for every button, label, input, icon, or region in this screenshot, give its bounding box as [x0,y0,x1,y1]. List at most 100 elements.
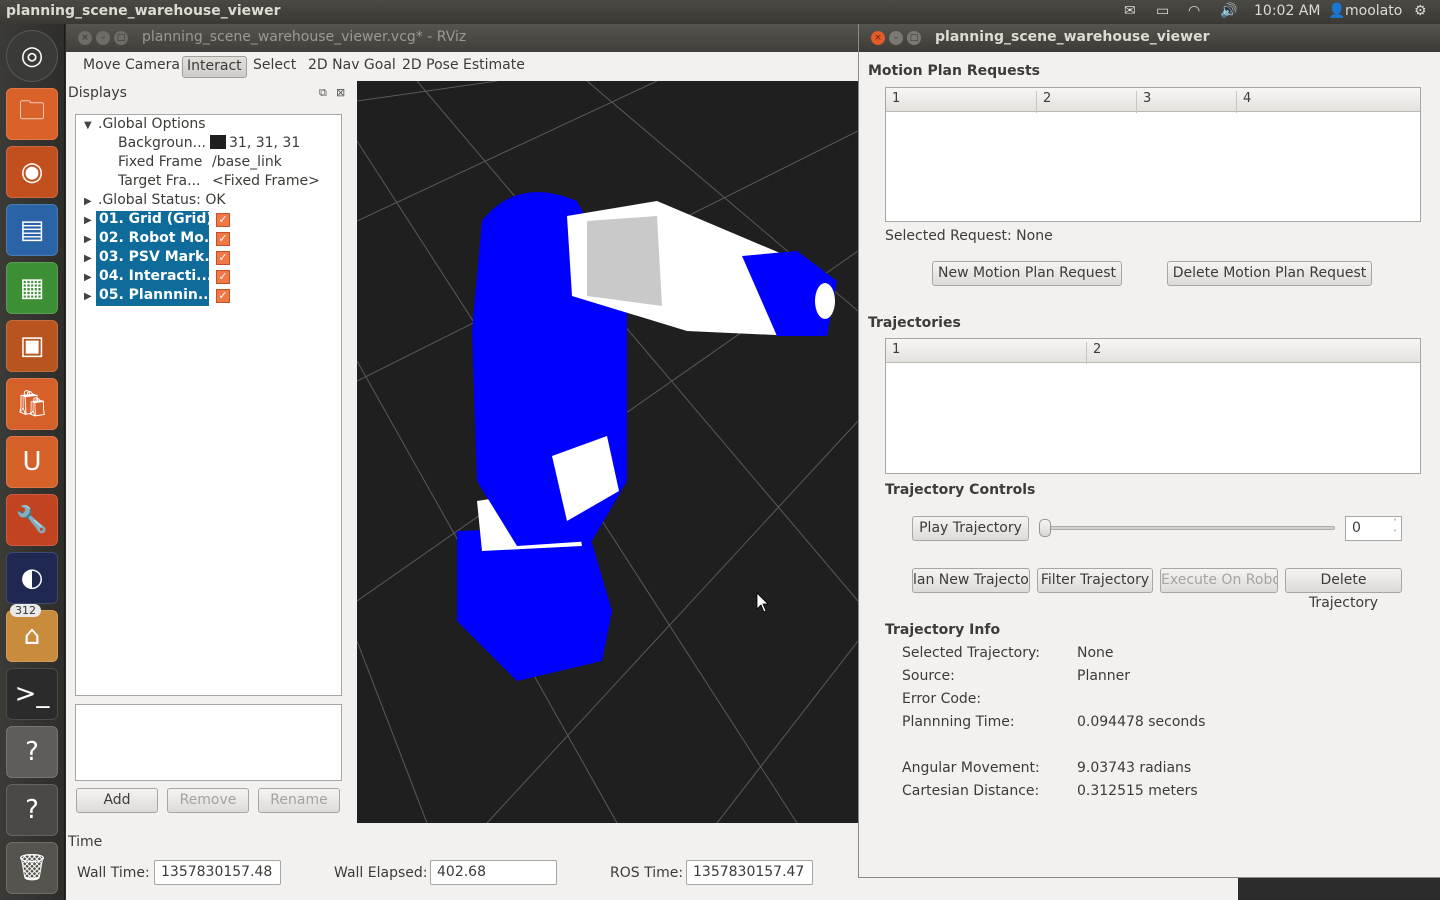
user-icon[interactable]: 👤 [1328,3,1345,19]
motion-plan-requests-title: Motion Plan Requests [868,63,1040,79]
time-panel: Time Wall Time: 1357830157.48 Wall Elaps… [66,824,858,900]
close-panel-icon[interactable]: ⊠ [336,86,345,99]
global-options[interactable]: .Global Options [98,116,206,135]
expand-arrow-icon[interactable]: ▼ [84,120,92,131]
software-center-icon[interactable]: 🛍 [6,378,58,430]
help-icon-2[interactable]: ? [6,784,58,836]
terminal-icon[interactable]: >_ [6,668,58,720]
display-checkbox[interactable]: ✓ [216,251,230,265]
impress-icon[interactable]: ▣ [6,320,58,372]
display-checkbox[interactable]: ✓ [216,232,230,246]
play-trajectory-button[interactable]: Play Trajectory [912,516,1029,541]
tool-interact[interactable]: Interact [182,56,247,78]
info-value: 9.03743 radians [1077,760,1192,776]
collapse-arrow-icon[interactable]: ▶ [84,234,92,245]
collapse-arrow-icon[interactable]: ▶ [84,272,92,283]
rename-button[interactable]: Rename [258,788,340,813]
user-name[interactable]: moolato [1345,3,1402,19]
column-header[interactable]: 3 [1136,91,1236,113]
trajectory-point-spinbox[interactable]: 0 ˄ ˅ [1345,516,1402,541]
display-item-planning[interactable]: 05. Plannnin... [96,287,214,306]
tool-move-camera[interactable]: Move Camera [79,56,184,78]
column-header[interactable]: 1 [886,91,1036,113]
new-motion-plan-request-button[interactable]: New Motion Plan Request [932,261,1122,286]
global-status[interactable]: .Global Status: OK [98,192,226,211]
robot-arm[interactable] [457,192,837,681]
gear-icon[interactable]: ⚙ [1414,3,1427,19]
displays-tree[interactable]: ▼ .Global Options Backgroun... 31, 31, 3… [75,114,342,696]
tool-select[interactable]: Select [249,56,300,78]
files-icon[interactable]: 🗀 [6,88,58,140]
delete-trajectory-button[interactable]: Delete Trajectory [1285,568,1402,611]
tool-2d-pose-estimate[interactable]: 2D Pose Estimate [398,56,529,78]
wall-elapsed-field[interactable]: 402.68 [430,860,557,885]
clock[interactable]: 10:02 AM [1254,3,1320,19]
table-header: 1 2 3 4 [886,88,1420,113]
calc-icon[interactable]: ▦ [6,262,58,314]
motion-plan-requests-table[interactable]: 1 2 3 4 [885,87,1421,222]
3d-viewport[interactable] [357,81,858,823]
remove-button[interactable]: Remove [167,788,249,813]
filter-trajectory-button[interactable]: Filter Trajectory [1037,568,1153,593]
info-label: Plannning Time: [902,714,1015,730]
ubuntu-one-icon[interactable]: U [6,436,58,488]
display-checkbox[interactable]: ✓ [216,270,230,284]
maximize-icon[interactable]: □ [114,31,128,45]
execute-on-robot-button[interactable]: Execute On Robot [1160,568,1278,593]
system-settings-icon[interactable]: 🔧 [6,494,58,546]
ros-time-field[interactable]: 1357830157.47 [686,860,813,885]
info-label: Source: [902,668,955,684]
maximize-icon[interactable]: □ [907,31,921,45]
collapse-arrow-icon[interactable]: ▶ [84,253,92,264]
home-folder-icon[interactable]: ⌂ 312 [6,604,58,662]
target-frame-value[interactable]: <Fixed Frame> [212,173,320,192]
tool-2d-nav-goal[interactable]: 2D Nav Goal [304,56,400,78]
column-header[interactable]: 2 [1036,91,1136,113]
psv-titlebar[interactable]: × – □ planning_scene_warehouse_viewer [859,24,1440,52]
battery-icon[interactable]: ▭ [1156,3,1169,19]
display-checkbox[interactable]: ✓ [216,213,230,227]
spin-arrows-icon[interactable]: ˄ ˅ [1393,517,1397,539]
plan-new-trajectory-button[interactable]: lan New Trajector [912,568,1030,593]
wall-time-field[interactable]: 1357830157.48 [154,860,281,885]
undock-icon[interactable]: ⧉ [319,86,327,100]
add-button[interactable]: Add [76,788,158,813]
eclipse-icon[interactable]: ◐ [6,552,58,604]
display-item-robot-model[interactable]: 02. Robot Mo... [96,230,220,249]
display-item-psv-markers[interactable]: 03. PSV Mark... [96,249,220,268]
collapse-arrow-icon[interactable]: ▶ [84,196,92,207]
display-checkbox[interactable]: ✓ [216,289,230,303]
wifi-icon[interactable]: ◠ [1188,3,1200,19]
trajectories-table[interactable]: 1 2 [885,338,1421,474]
mouse-cursor-icon [756,592,769,613]
rviz-titlebar[interactable]: × – □ planning_scene_warehouse_viewer.vc… [66,24,858,52]
background-window-strip [858,878,1238,900]
close-icon[interactable]: × [78,31,92,45]
firefox-icon[interactable]: ◉ [6,146,58,198]
fixed-frame-label: Fixed Frame [118,154,203,170]
slider-handle[interactable] [1039,519,1051,537]
dash-home-icon[interactable]: ◎ [6,30,58,82]
window-title: planning_scene_warehouse_viewer.vcg* - R… [142,29,467,45]
scene-render [357,81,858,823]
trajectory-slider[interactable] [1039,526,1335,530]
trash-icon[interactable]: 🗑 [6,842,58,894]
column-header[interactable]: 2 [1086,342,1420,364]
column-header[interactable]: 1 [886,342,1086,364]
close-icon[interactable]: × [871,31,885,45]
help-icon[interactable]: ? [6,726,58,778]
collapse-arrow-icon[interactable]: ▶ [84,291,92,302]
display-item-grid[interactable]: 01. Grid (Grid) [96,211,213,230]
writer-icon[interactable]: ▤ [6,204,58,256]
rviz-toolbar: Move Camera Interact Select 2D Nav Goal … [66,52,858,80]
background-value[interactable]: 31, 31, 31 [210,135,300,154]
minimize-icon[interactable]: – [96,31,110,45]
minimize-icon[interactable]: – [889,31,903,45]
volume-icon[interactable]: 🔊 [1220,3,1237,19]
fixed-frame-value[interactable]: /base_link [212,154,282,173]
column-header[interactable]: 4 [1236,91,1420,113]
delete-motion-plan-request-button[interactable]: Delete Motion Plan Request [1167,261,1372,286]
display-item-interactive[interactable]: 04. Interacti... [96,268,212,287]
collapse-arrow-icon[interactable]: ▶ [84,215,92,226]
mail-icon[interactable]: ✉ [1124,3,1136,19]
